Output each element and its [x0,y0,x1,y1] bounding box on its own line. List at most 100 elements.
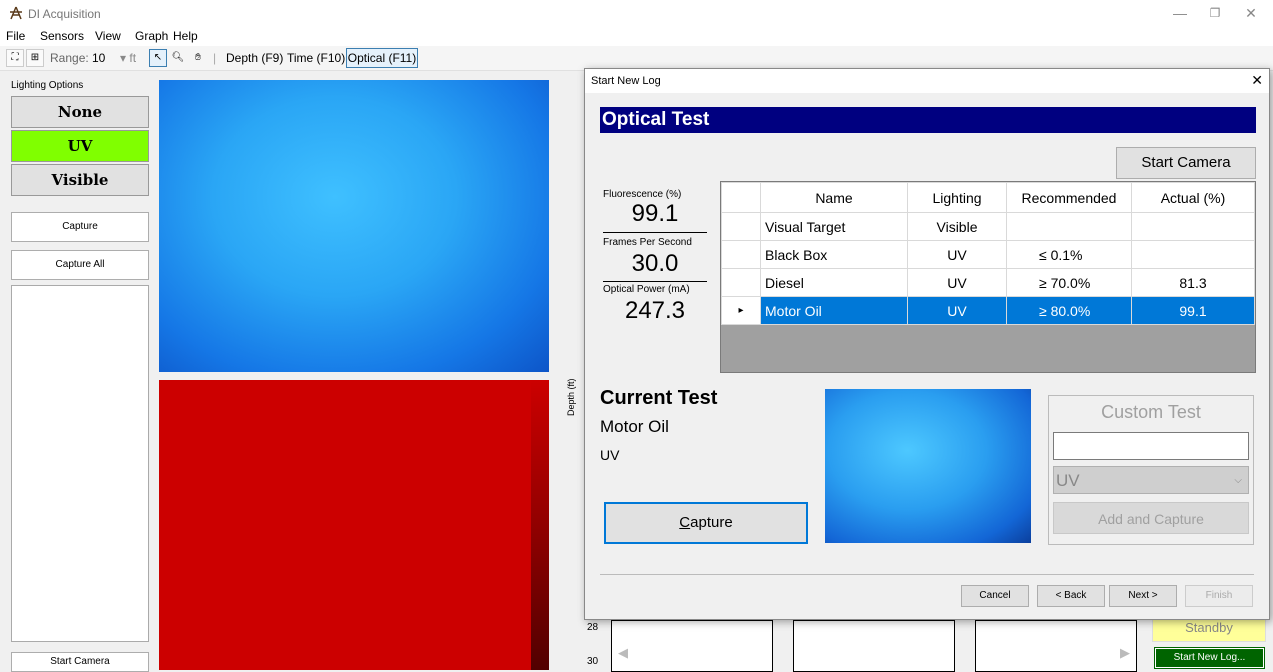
dialog-title: Start New Log [591,75,661,87]
depth-track-2 [793,620,955,672]
fps-value: 30.0 [631,250,679,277]
fps-label: Frames Per Second [603,237,692,248]
depth-track-1: ◀ [611,620,773,672]
current-test-name: Motor Oil [600,417,669,436]
cell-lighting: UV [907,268,1007,297]
start-new-log-button[interactable]: Start New Log... [1154,647,1265,669]
row-marker [721,212,761,241]
lighting-none-button[interactable]: None [11,96,149,128]
col-recommended-header[interactable]: Recommended [1006,182,1132,213]
test-table: Name Lighting Recommended Actual (%) Vis… [720,181,1256,373]
cell-actual [1131,240,1255,269]
optical-power-value: 247.3 [624,297,686,324]
menu-graph[interactable]: Graph [135,29,168,43]
col-actual-header[interactable]: Actual (%) [1131,182,1255,213]
cell-actual: 99.1 [1131,296,1255,325]
scroll-left-icon[interactable]: ◀ [618,645,628,661]
app-icon [10,6,22,20]
range-value[interactable]: 10 [92,51,105,65]
capture-preview-image [825,389,1031,543]
next-button[interactable]: Next > [1109,585,1177,607]
dialog-close-icon[interactable]: ✕ [1251,72,1263,89]
custom-test-title: Custom Test [1101,402,1201,422]
custom-test-group: Custom Test UV ⌵ Add and Capture [1048,395,1254,545]
depth-view-tab[interactable]: Depth (F9) [226,51,283,65]
minimize-button[interactable]: — [1165,4,1195,22]
row-header-cell [721,182,761,213]
toolbar-separator: | [213,51,217,65]
depth-tick-30: 30 [587,656,599,667]
lighting-visible-button[interactable]: Visible [11,164,149,196]
depth-axis-label: Depth (ft) [566,378,576,416]
menu-sensors[interactable]: Sensors [40,29,84,43]
dialog-separator [600,574,1254,575]
menu-view[interactable]: View [95,29,121,43]
finish-button[interactable]: Finish [1185,585,1253,607]
chevron-down-icon: ⌵ [1234,475,1242,486]
table-row[interactable]: Visual Target Visible [721,212,1255,241]
cell-lighting: UV [907,296,1007,325]
fit-view-icon[interactable]: ⛶ [6,49,24,67]
camera-uv-image [159,80,549,372]
stat-divider [603,281,707,282]
depth-tick-28: 28 [587,622,599,633]
depth-track-3: ▶ [975,620,1137,672]
custom-test-name-input[interactable] [1053,432,1249,460]
menu-file[interactable]: File [6,29,25,43]
fluorescence-value: 99.1 [631,200,679,227]
pan-hand-icon[interactable]: ✋︎ [189,49,207,67]
capture-all-button[interactable]: Capture All [11,250,149,280]
dialog-capture-button[interactable]: Capture [604,502,808,544]
cell-name: Diesel [760,268,908,297]
current-test-lighting: UV [600,447,620,463]
chart-settings-icon[interactable]: ⊞ [26,49,44,67]
lighting-options-label: Lighting Options [11,80,84,91]
table-row[interactable]: Diesel UV ≥ 70.0% 81.3 [721,268,1255,297]
current-test-heading: Current Test [600,387,718,409]
time-view-tab[interactable]: Time (F10) [287,51,345,65]
app-title-bar: DI Acquisition — ❐ ✕ [0,0,1273,26]
cell-actual [1131,212,1255,241]
back-button[interactable]: < Back [1037,585,1105,607]
menu-bar: File Sensors View Graph Help [0,26,1273,46]
col-name-header[interactable]: Name [760,182,908,213]
table-row[interactable]: Black Box UV ≤ 0.1% [721,240,1255,269]
stat-divider [603,232,707,233]
cell-name: Motor Oil [760,296,908,325]
optical-view-tab[interactable]: Optical (F11) [346,48,418,68]
custom-test-lighting-select[interactable]: UV ⌵ [1053,466,1249,494]
row-marker [721,268,761,297]
cell-actual: 81.3 [1131,268,1255,297]
cell-recommended: ≤ 0.1% [1006,240,1132,269]
camera-processed-image [159,380,549,670]
zoom-icon[interactable]: 🔍︎ [169,49,187,67]
app-title: DI Acquisition [28,7,101,21]
dialog-title-bar: Start New Log ✕ [585,69,1269,93]
restore-button[interactable]: ❐ [1200,4,1230,22]
fluorescence-label: Fluorescence (%) [603,189,682,200]
menu-help[interactable]: Help [173,29,198,43]
scroll-right-icon[interactable]: ▶ [1120,645,1130,661]
cell-recommended [1006,212,1132,241]
cell-recommended: ≥ 80.0% [1006,296,1132,325]
range-label: Range: [50,51,89,65]
cell-lighting: Visible [907,212,1007,241]
cancel-button[interactable]: Cancel [961,585,1029,607]
start-new-log-dialog: Start New Log ✕ Optical Test Start Camer… [584,68,1270,620]
cell-recommended: ≥ 70.0% [1006,268,1132,297]
table-row-selected[interactable]: ▸ Motor Oil UV ≥ 80.0% 99.1 [721,296,1255,325]
range-unit-dropdown[interactable]: ▾ ft [120,51,136,65]
dialog-start-camera-button[interactable]: Start Camera [1116,147,1256,179]
row-marker: ▸ [721,296,761,325]
cell-name: Visual Target [760,212,908,241]
pointer-icon[interactable]: ↖ [149,49,167,67]
capture-list[interactable] [11,285,149,642]
close-window-button[interactable]: ✕ [1236,4,1266,22]
lighting-uv-button[interactable]: UV [11,130,149,162]
optical-test-banner: Optical Test [600,107,1256,133]
capture-button[interactable]: Capture [11,212,149,242]
col-lighting-header[interactable]: Lighting [907,182,1007,213]
custom-select-value: UV [1056,471,1080,490]
start-camera-button[interactable]: Start Camera [11,652,149,672]
add-and-capture-button[interactable]: Add and Capture [1053,502,1249,534]
